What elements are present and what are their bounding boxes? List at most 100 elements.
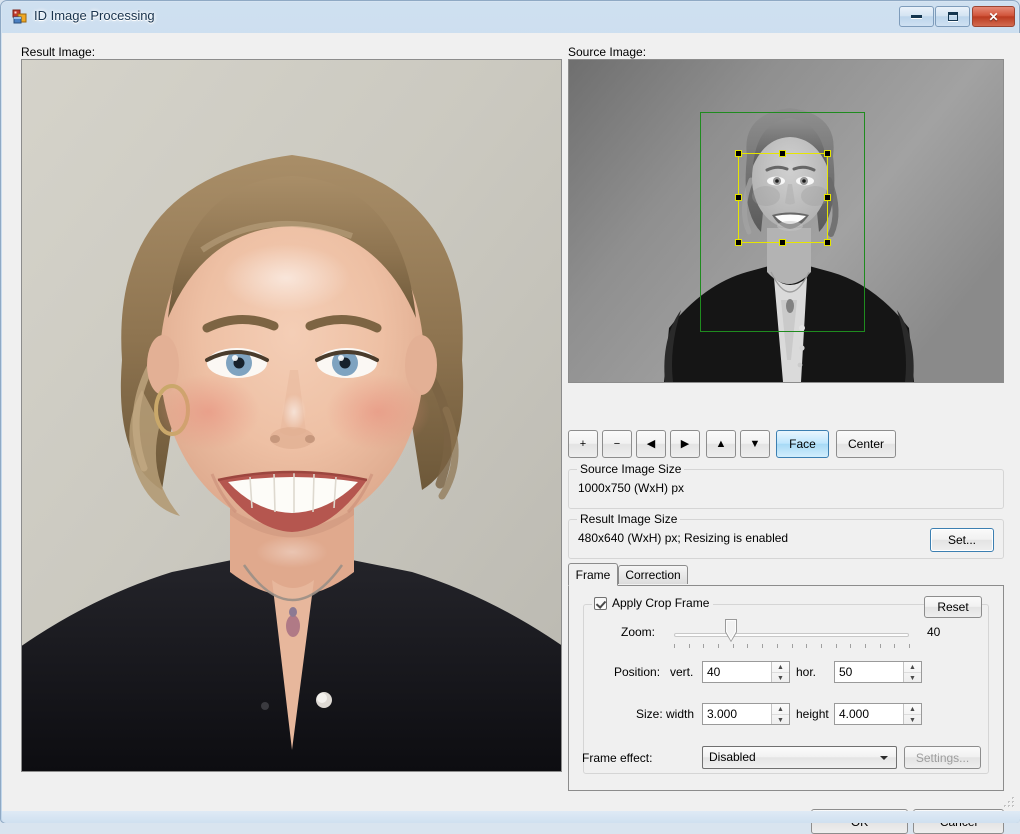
spin-down-icon[interactable]: ▼ [904, 672, 921, 683]
frame-effect-value: Disabled [709, 750, 756, 764]
size-height-spin-buttons[interactable]: ▲ ▼ [903, 704, 921, 724]
slider-tick [733, 644, 734, 648]
slider-tick [850, 644, 851, 648]
slider-tick [689, 644, 690, 648]
position-vert-stepper[interactable]: 40 ▲ ▼ [702, 661, 790, 683]
move-right-button[interactable]: ▶ [670, 430, 700, 458]
maximize-button[interactable] [935, 6, 970, 27]
size-width-label: width [666, 707, 694, 721]
resize-handle-se[interactable] [824, 239, 831, 246]
resize-handle-e[interactable] [824, 194, 831, 201]
position-hor-input[interactable]: 50 [835, 662, 904, 682]
position-vert-input[interactable]: 40 [703, 662, 772, 682]
spin-down-icon[interactable]: ▼ [772, 714, 789, 725]
size-width-spin-buttons[interactable]: ▲ ▼ [771, 704, 789, 724]
face-button-label: Face [789, 437, 816, 451]
result-image [22, 60, 561, 771]
resize-handle-w[interactable] [735, 194, 742, 201]
spin-down-icon[interactable]: ▼ [772, 672, 789, 683]
resize-grip[interactable] [1002, 795, 1016, 809]
slider-tick [880, 644, 881, 648]
application-window: ID Image Processing ✕ Result Image: [0, 0, 1020, 823]
frame-effect-settings-button[interactable]: Settings... [904, 746, 981, 769]
size-height-input[interactable]: 4.000 [835, 704, 904, 724]
zoom-out-button[interactable]: − [602, 430, 632, 458]
size-height-label: height [796, 707, 829, 721]
close-icon: ✕ [973, 7, 1014, 26]
slider-tick [718, 644, 719, 648]
set-result-size-button[interactable]: Set... [930, 528, 994, 552]
position-label: Position: [614, 665, 660, 679]
reset-button[interactable]: Reset [924, 596, 982, 618]
position-vert-label: vert. [670, 665, 693, 679]
slider-tick [821, 644, 822, 648]
move-up-button[interactable]: ▲ [706, 430, 736, 458]
source-image-label: Source Image: [568, 45, 646, 59]
size-label: Size: [636, 707, 663, 721]
app-icon [12, 9, 28, 25]
tab-frame[interactable]: Frame [568, 563, 618, 586]
position-hor-label: hor. [796, 665, 816, 679]
title-bar[interactable]: ID Image Processing ✕ [1, 1, 1020, 33]
slider-tick [865, 644, 866, 648]
frame-effect-label: Frame effect: [582, 751, 652, 765]
slider-tick [762, 644, 763, 648]
zoom-slider-label: Zoom: [621, 625, 655, 639]
resize-handle-n[interactable] [779, 150, 786, 157]
arrow-left-icon: ◀ [647, 439, 655, 450]
tab-frame-label: Frame [576, 568, 611, 582]
zoom-in-button[interactable]: + [568, 430, 598, 458]
spin-down-icon[interactable]: ▼ [904, 714, 921, 725]
result-image-panel[interactable] [21, 59, 562, 772]
zoom-slider-ticks [674, 644, 910, 650]
dialog-client-area: Result Image: [2, 33, 1020, 811]
result-image-size-value: 480x640 (WxH) px; Resizing is enabled [578, 531, 788, 545]
chevron-down-icon [880, 756, 888, 760]
slider-tick [674, 644, 675, 648]
size-width-stepper[interactable]: 3.000 ▲ ▼ [702, 703, 790, 725]
slider-tick [806, 644, 807, 648]
minimize-button[interactable] [899, 6, 934, 27]
position-hor-spin-buttons[interactable]: ▲ ▼ [903, 662, 921, 682]
close-button[interactable]: ✕ [972, 6, 1015, 27]
frame-effect-select[interactable]: Disabled [702, 746, 897, 769]
zoom-slider-thumb[interactable] [725, 619, 737, 642]
slider-tick [747, 644, 748, 648]
apply-crop-frame-label: Apply Crop Frame [612, 596, 709, 610]
set-button-label: Set... [948, 533, 976, 547]
size-width-input[interactable]: 3.000 [703, 704, 772, 724]
spin-up-icon[interactable]: ▲ [904, 704, 921, 714]
size-height-stepper[interactable]: 4.000 ▲ ▼ [834, 703, 922, 725]
source-image-size-group: Source Image Size 1000x750 (WxH) px [568, 469, 1004, 509]
move-left-button[interactable]: ◀ [636, 430, 666, 458]
spin-up-icon[interactable]: ▲ [772, 662, 789, 672]
center-button[interactable]: Center [836, 430, 896, 458]
zoom-slider-track[interactable] [674, 633, 909, 637]
window-title: ID Image Processing [34, 8, 155, 23]
apply-crop-frame-checkbox[interactable]: Apply Crop Frame [592, 596, 713, 610]
minus-icon: − [614, 439, 620, 450]
slider-tick [894, 644, 895, 648]
resize-handle-nw[interactable] [735, 150, 742, 157]
slider-tick [792, 644, 793, 648]
zoom-value: 40 [927, 625, 940, 639]
position-vert-spin-buttons[interactable]: ▲ ▼ [771, 662, 789, 682]
move-down-button[interactable]: ▼ [740, 430, 770, 458]
arrow-right-icon: ▶ [681, 439, 689, 450]
resize-handle-s[interactable] [779, 239, 786, 246]
face-button[interactable]: Face [776, 430, 829, 458]
result-image-label: Result Image: [21, 45, 95, 59]
source-image [569, 60, 1003, 382]
spin-up-icon[interactable]: ▲ [772, 704, 789, 714]
plus-icon: + [580, 439, 586, 450]
slider-tick [909, 644, 910, 648]
checkbox-checked-icon [594, 597, 607, 610]
resize-handle-ne[interactable] [824, 150, 831, 157]
tab-correction[interactable]: Correction [618, 565, 688, 584]
resize-handle-sw[interactable] [735, 239, 742, 246]
spin-up-icon[interactable]: ▲ [904, 662, 921, 672]
result-image-size-title: Result Image Size [577, 512, 680, 526]
source-image-panel[interactable] [568, 59, 1004, 383]
position-hor-stepper[interactable]: 50 ▲ ▼ [834, 661, 922, 683]
settings-button-label: Settings... [916, 751, 969, 765]
